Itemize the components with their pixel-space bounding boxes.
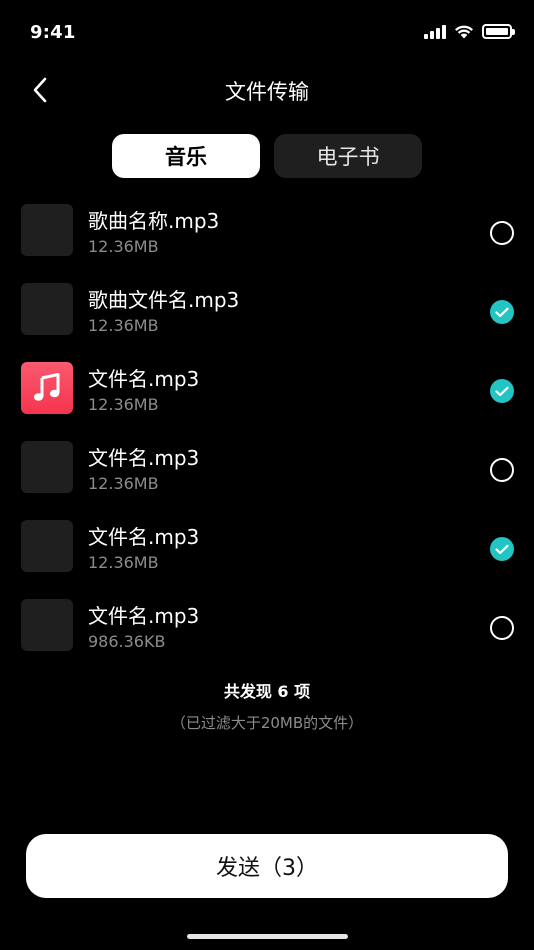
- summary: 共发现 6 项 （已过滤大于20MB的文件）: [0, 678, 534, 733]
- tab-ebook[interactable]: 电子书: [274, 134, 422, 178]
- file-name: 歌曲文件名.mp3: [88, 288, 240, 312]
- file-thumbnail: [21, 520, 73, 572]
- file-size: 12.36MB: [88, 553, 159, 572]
- file-size: 12.36MB: [88, 237, 159, 256]
- unchecked-radio-icon[interactable]: [490, 221, 514, 245]
- file-size: 12.36MB: [88, 316, 159, 335]
- list-item[interactable]: 歌曲文件名.mp3 12.36MB: [0, 272, 534, 351]
- file-name: 文件名.mp3: [88, 446, 200, 470]
- checked-radio-icon[interactable]: [490, 300, 514, 324]
- file-list: 歌曲名称.mp3 12.36MB 歌曲文件名.mp3 12.36MB 文件名.m…: [0, 193, 534, 667]
- list-item[interactable]: 文件名.mp3 12.36MB: [0, 430, 534, 509]
- file-name: 歌曲名称.mp3: [88, 209, 220, 233]
- list-item[interactable]: 文件名.mp3 986.36KB: [0, 588, 534, 667]
- status-time: 9:41: [30, 22, 76, 43]
- send-button[interactable]: 发送（3）: [26, 834, 508, 898]
- file-thumbnail: [21, 599, 73, 651]
- checked-radio-icon[interactable]: [490, 537, 514, 561]
- nav-bar: 文件传输: [0, 66, 534, 116]
- tab-music[interactable]: 音乐: [112, 134, 260, 178]
- unchecked-radio-icon[interactable]: [490, 616, 514, 640]
- filter-note-text: （已过滤大于20MB的文件）: [170, 714, 364, 732]
- home-indicator: [187, 934, 348, 939]
- file-size: 12.36MB: [88, 395, 159, 414]
- status-bar: 9:41: [0, 0, 534, 66]
- music-app-icon: [21, 362, 73, 414]
- cellular-signal-icon: [424, 24, 446, 39]
- page-title: 文件传输: [225, 80, 309, 104]
- battery-icon: [482, 24, 515, 39]
- file-name: 文件名.mp3: [88, 525, 200, 549]
- list-item[interactable]: 文件名.mp3 12.36MB: [0, 351, 534, 430]
- file-name: 文件名.mp3: [88, 604, 200, 628]
- file-name: 文件名.mp3: [88, 367, 200, 391]
- file-thumbnail: [21, 283, 73, 335]
- checked-radio-icon[interactable]: [490, 379, 514, 403]
- file-size: 12.36MB: [88, 474, 159, 493]
- list-item[interactable]: 歌曲名称.mp3 12.36MB: [0, 193, 534, 272]
- file-thumbnail: [21, 204, 73, 256]
- file-size: 986.36KB: [88, 632, 166, 651]
- file-thumbnail: [21, 441, 73, 493]
- status-icons: [424, 24, 515, 39]
- file-count-text: 共发现 6 项: [223, 682, 311, 701]
- list-item[interactable]: 文件名.mp3 12.36MB: [0, 509, 534, 588]
- unchecked-radio-icon[interactable]: [490, 458, 514, 482]
- tab-bar: 音乐 电子书: [0, 134, 534, 178]
- wifi-icon: [455, 25, 473, 39]
